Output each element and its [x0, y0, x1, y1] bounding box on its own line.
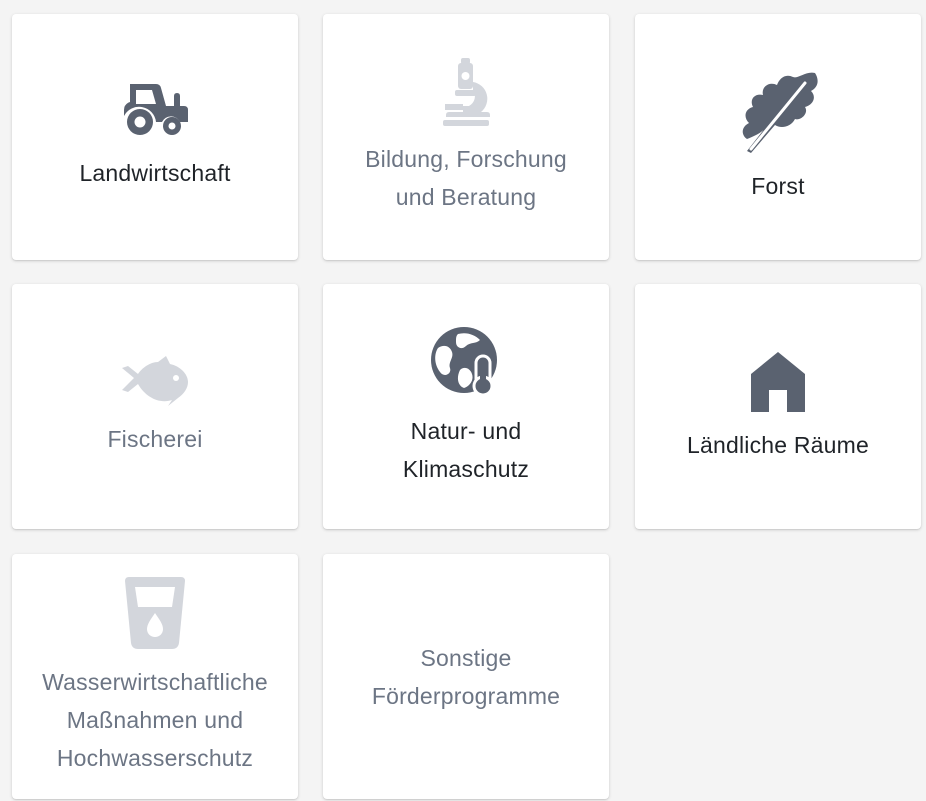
tile-sonstige-foerderprogramme[interactable]: Sonstige Förderprogramme — [323, 554, 609, 799]
tile-label: Landwirtschaft — [79, 160, 231, 186]
tile-forst[interactable]: Forst — [635, 14, 921, 260]
tile-label: Wasserwirtschaftliche Maßnahmen und Hoch… — [42, 668, 268, 771]
leaf-icon — [735, 69, 821, 153]
globe-thermometer-icon — [430, 326, 502, 398]
tile-label: Ländliche Räume — [686, 431, 869, 458]
house-icon — [749, 350, 807, 412]
water-glass-icon — [123, 576, 187, 649]
tractor-icon — [120, 82, 190, 140]
tile-label: Fischerei — [107, 425, 203, 452]
tile-fischerei[interactable]: Fischerei — [12, 284, 298, 529]
tile-wasserwirtschaft[interactable]: Wasserwirtschaftliche Maßnahmen und Hoch… — [12, 554, 298, 799]
tile-label: Sonstige Förderprogramme — [371, 644, 561, 709]
tile-laendliche-raeume[interactable]: Ländliche Räume — [635, 284, 921, 529]
tile-label: Natur- und Klimaschutz — [402, 417, 530, 482]
tile-label: Forst — [751, 173, 805, 199]
microscope-icon — [441, 58, 491, 126]
tile-bildung-forschung-beratung[interactable]: Bildung, Forschung und Beratung — [323, 14, 609, 260]
tile-natur-klimaschutz[interactable]: Natur- und Klimaschutz — [323, 284, 609, 529]
tile-landwirtschaft[interactable]: Landwirtschaft — [12, 14, 298, 260]
tile-label: Bildung, Forschung und Beratung — [365, 146, 567, 210]
fish-icon — [120, 355, 190, 406]
